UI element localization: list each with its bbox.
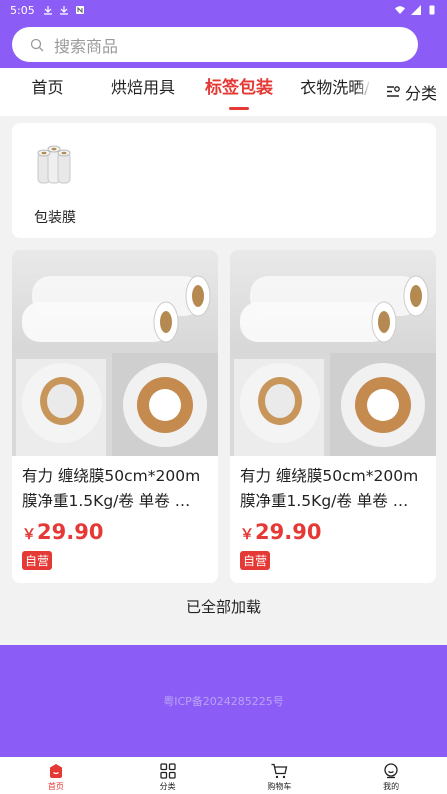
nav-label: 购物车	[267, 782, 292, 791]
search-bar[interactable]: 搜索商品	[12, 27, 418, 62]
app-notification-icon	[75, 6, 84, 14]
price-value: 29.90	[37, 520, 104, 544]
subcategory-panel: 包装膜	[12, 123, 436, 238]
nav-cart[interactable]: 购物车	[224, 757, 336, 794]
product-price: ￥ 29.90	[240, 520, 321, 544]
subcategory-label: 包装膜	[34, 210, 76, 226]
product-price: ￥ 29.90	[22, 520, 103, 544]
bottom-nav: 首页 分类 购物车 我的	[0, 757, 447, 794]
battery-icon	[429, 5, 435, 15]
self-operated-badge: 自营	[22, 551, 53, 570]
nav-category[interactable]: 分类	[112, 757, 224, 794]
price-value: 29.90	[255, 520, 322, 544]
product-title[interactable]: 有力 缠绕膜50cm*200m膜净重1.5Kg/卷 单卷 …	[22, 464, 208, 514]
tab-baking-tools[interactable]: 烘焙用具	[95, 68, 191, 116]
all-categories-button[interactable]: 分类	[369, 68, 447, 116]
category-list-icon	[387, 86, 400, 97]
tab-label: 标签包装	[205, 78, 273, 98]
footer: 粤ICP备2024285225号	[0, 645, 447, 757]
cart-icon	[271, 763, 288, 779]
currency-symbol: ￥	[240, 527, 254, 543]
profile-icon	[384, 763, 398, 779]
nav-label: 首页	[47, 782, 64, 791]
signal-icon	[411, 5, 421, 15]
nav-label: 我的	[383, 782, 400, 791]
currency-symbol: ￥	[22, 527, 36, 543]
search-placeholder: 搜索商品	[54, 36, 119, 56]
status-time: 5:05	[10, 3, 35, 17]
wrap-film-rolls-image	[37, 145, 71, 184]
product-image[interactable]	[230, 250, 436, 456]
tab-label: 首页	[31, 78, 64, 97]
tab-label: 衣物洗晒/	[300, 78, 370, 97]
wifi-icon	[395, 6, 405, 14]
download-icon	[43, 6, 52, 15]
grid-icon	[159, 763, 176, 779]
home-icon	[49, 764, 62, 778]
nav-label: 分类	[159, 782, 176, 791]
icp-record-link[interactable]: 粤ICP备2024285225号	[163, 693, 284, 709]
product-image[interactable]	[12, 250, 218, 456]
category-tabs: 首页 烘焙用具 标签包装 衣物洗晒/ 分类	[0, 68, 447, 116]
all-categories-label: 分类	[405, 84, 438, 103]
list-end-text: 已全部加载	[185, 598, 261, 616]
product-title[interactable]: 有力 缠绕膜50cm*200m膜净重1.5Kg/卷 单卷 …	[240, 464, 426, 514]
product-card[interactable]: 有力 缠绕膜50cm*200m膜净重1.5Kg/卷 单卷 … ￥ 29.90 自…	[12, 250, 218, 583]
subcategory-item-wrap-film[interactable]: 包装膜	[26, 143, 84, 227]
self-operated-badge: 自营	[240, 551, 271, 570]
tab-home[interactable]: 首页	[0, 68, 95, 116]
tab-labels-packaging[interactable]: 标签包装	[191, 68, 287, 116]
nav-home[interactable]: 首页	[0, 757, 112, 794]
tab-label: 烘焙用具	[110, 78, 175, 97]
nav-profile[interactable]: 我的	[335, 757, 447, 794]
product-card[interactable]: 有力 缠绕膜50cm*200m膜净重1.5Kg/卷 单卷 … ￥ 29.90 自…	[230, 250, 436, 583]
status-bar: 5:05	[0, 0, 447, 20]
download-icon	[59, 6, 68, 15]
search-icon	[30, 38, 44, 51]
